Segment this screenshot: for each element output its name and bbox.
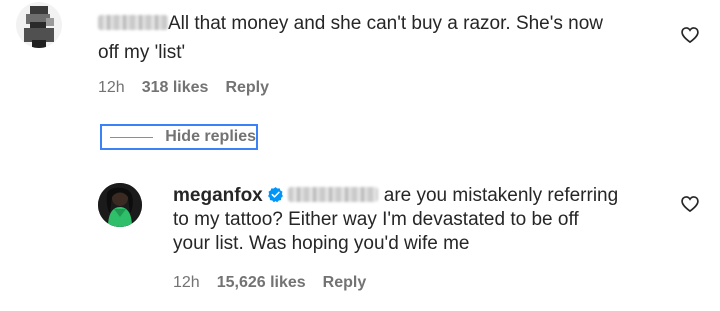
hide-replies-label: Hide replies <box>165 128 256 145</box>
reply-button[interactable]: Reply <box>323 274 367 291</box>
likes-count[interactable]: 15,626 likes <box>217 274 306 291</box>
comment-meta: 12h 318 likes Reply <box>98 78 286 98</box>
redacted-mention <box>287 187 378 202</box>
reply-timestamp: 12h <box>173 274 200 291</box>
pixelated-avatar-image <box>16 2 62 48</box>
hide-replies-button[interactable]: Hide replies <box>100 124 258 150</box>
heart-icon[interactable] <box>680 194 700 214</box>
username[interactable]: meganfox <box>173 185 263 206</box>
divider-line <box>110 136 154 138</box>
profile-photo-image <box>98 183 142 227</box>
avatar[interactable] <box>98 183 142 227</box>
reply-meta: 12h 15,626 likes Reply <box>173 273 383 293</box>
comment-text-line-2: off my 'list' <box>98 42 186 63</box>
verified-badge-icon <box>267 187 283 203</box>
redacted-username <box>98 15 168 30</box>
reply-text: are you mistakenly referring <box>383 185 619 206</box>
comment-text-line-1: All that money and she can't buy a razor… <box>98 11 603 36</box>
heart-icon[interactable] <box>680 25 700 45</box>
avatar[interactable] <box>16 2 62 48</box>
reply-button[interactable]: Reply <box>225 79 269 96</box>
reply-text-line-2: to my tattoo? Either way I'm devastated … <box>173 209 579 230</box>
comment-timestamp: 12h <box>98 79 125 96</box>
comment-text: All that money and she can't buy a razor… <box>168 13 604 34</box>
reply-text-line-3: your list. Was hoping you'd wife me <box>173 233 470 254</box>
likes-count[interactable]: 318 likes <box>142 79 209 96</box>
reply-text-line-1: meganfox are you mistakenly referring <box>173 183 618 208</box>
